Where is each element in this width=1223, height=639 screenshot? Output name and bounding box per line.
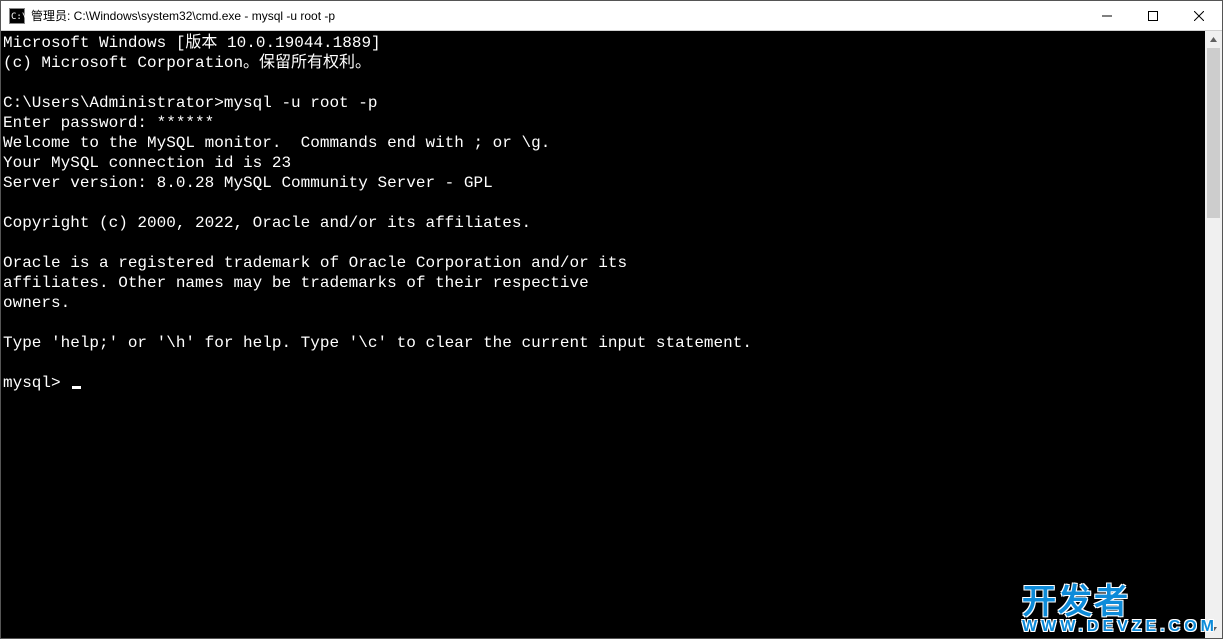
terminal-line <box>3 353 1205 373</box>
terminal-prompt[interactable]: mysql> <box>3 373 1205 393</box>
terminal-line: Your MySQL connection id is 23 <box>3 153 1205 173</box>
vertical-scrollbar[interactable] <box>1205 31 1222 638</box>
terminal-line: Welcome to the MySQL monitor. Commands e… <box>3 133 1205 153</box>
terminal-line: Oracle is a registered trademark of Orac… <box>3 253 1205 273</box>
maximize-button[interactable] <box>1130 1 1176 31</box>
scroll-down-button[interactable] <box>1205 621 1222 638</box>
terminal-line: C:\Users\Administrator>mysql -u root -p <box>3 93 1205 113</box>
app-icon: C:\ <box>9 8 25 24</box>
terminal-line <box>3 313 1205 333</box>
cursor <box>72 386 81 389</box>
minimize-button[interactable] <box>1084 1 1130 31</box>
terminal-output[interactable]: Microsoft Windows [版本 10.0.19044.1889](c… <box>1 31 1205 638</box>
titlebar[interactable]: C:\ 管理员: C:\Windows\system32\cmd.exe - m… <box>1 1 1222 31</box>
terminal-line: Type 'help;' or '\h' for help. Type '\c'… <box>3 333 1205 353</box>
scroll-track[interactable] <box>1205 48 1222 621</box>
terminal-line: (c) Microsoft Corporation。保留所有权利。 <box>3 53 1205 73</box>
terminal-line: Microsoft Windows [版本 10.0.19044.1889] <box>3 33 1205 53</box>
terminal-line <box>3 193 1205 213</box>
terminal-line: affiliates. Other names may be trademark… <box>3 273 1205 293</box>
terminal-line <box>3 233 1205 253</box>
terminal-line: owners. <box>3 293 1205 313</box>
terminal-line: Server version: 8.0.28 MySQL Community S… <box>3 173 1205 193</box>
scroll-thumb[interactable] <box>1207 48 1220 218</box>
svg-text:C:\: C:\ <box>11 12 25 22</box>
scroll-up-button[interactable] <box>1205 31 1222 48</box>
cmd-window: C:\ 管理员: C:\Windows\system32\cmd.exe - m… <box>0 0 1223 639</box>
terminal-line: Enter password: ****** <box>3 113 1205 133</box>
close-button[interactable] <box>1176 1 1222 31</box>
terminal-line <box>3 73 1205 93</box>
prompt-text: mysql> <box>3 374 70 392</box>
window-title: 管理员: C:\Windows\system32\cmd.exe - mysql… <box>31 7 335 24</box>
terminal-line: Copyright (c) 2000, 2022, Oracle and/or … <box>3 213 1205 233</box>
content-area: Microsoft Windows [版本 10.0.19044.1889](c… <box>1 31 1222 638</box>
